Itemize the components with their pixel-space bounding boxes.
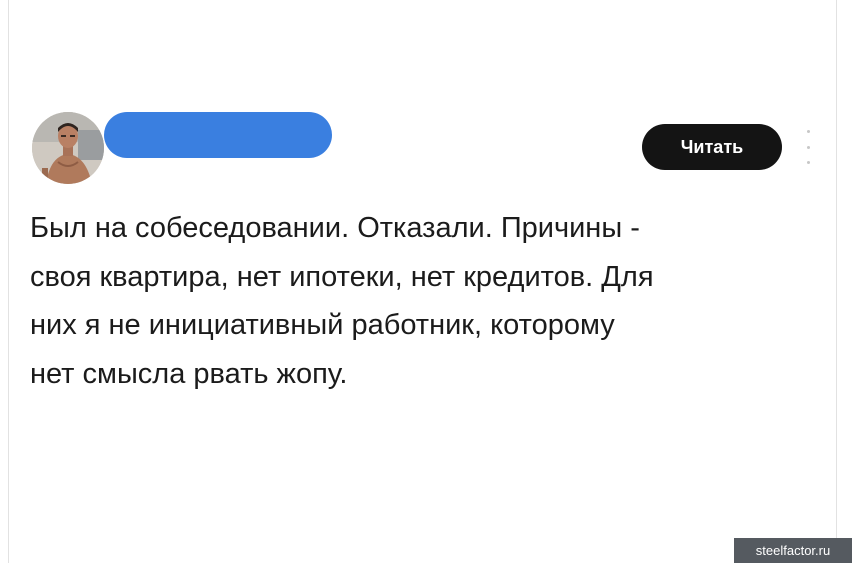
watermark: steelfactor.ru: [734, 538, 852, 563]
avatar-photo: [32, 112, 104, 184]
username-redaction: [104, 112, 332, 158]
follow-button[interactable]: Читать: [642, 124, 782, 170]
ellipsis-dot: [806, 161, 810, 164]
card-right-border: [836, 0, 837, 563]
ellipsis-dot: [806, 130, 810, 133]
ellipsis-dot: [806, 145, 810, 149]
post-text: Был на собеседовании. Отказали. Причины …: [30, 212, 654, 390]
vertical-ellipsis-icon[interactable]: [801, 130, 815, 164]
avatar[interactable]: [32, 112, 104, 184]
post-card: Читать Был на собеседовании. Отказали. П…: [0, 0, 852, 563]
card-left-border: [8, 0, 9, 563]
